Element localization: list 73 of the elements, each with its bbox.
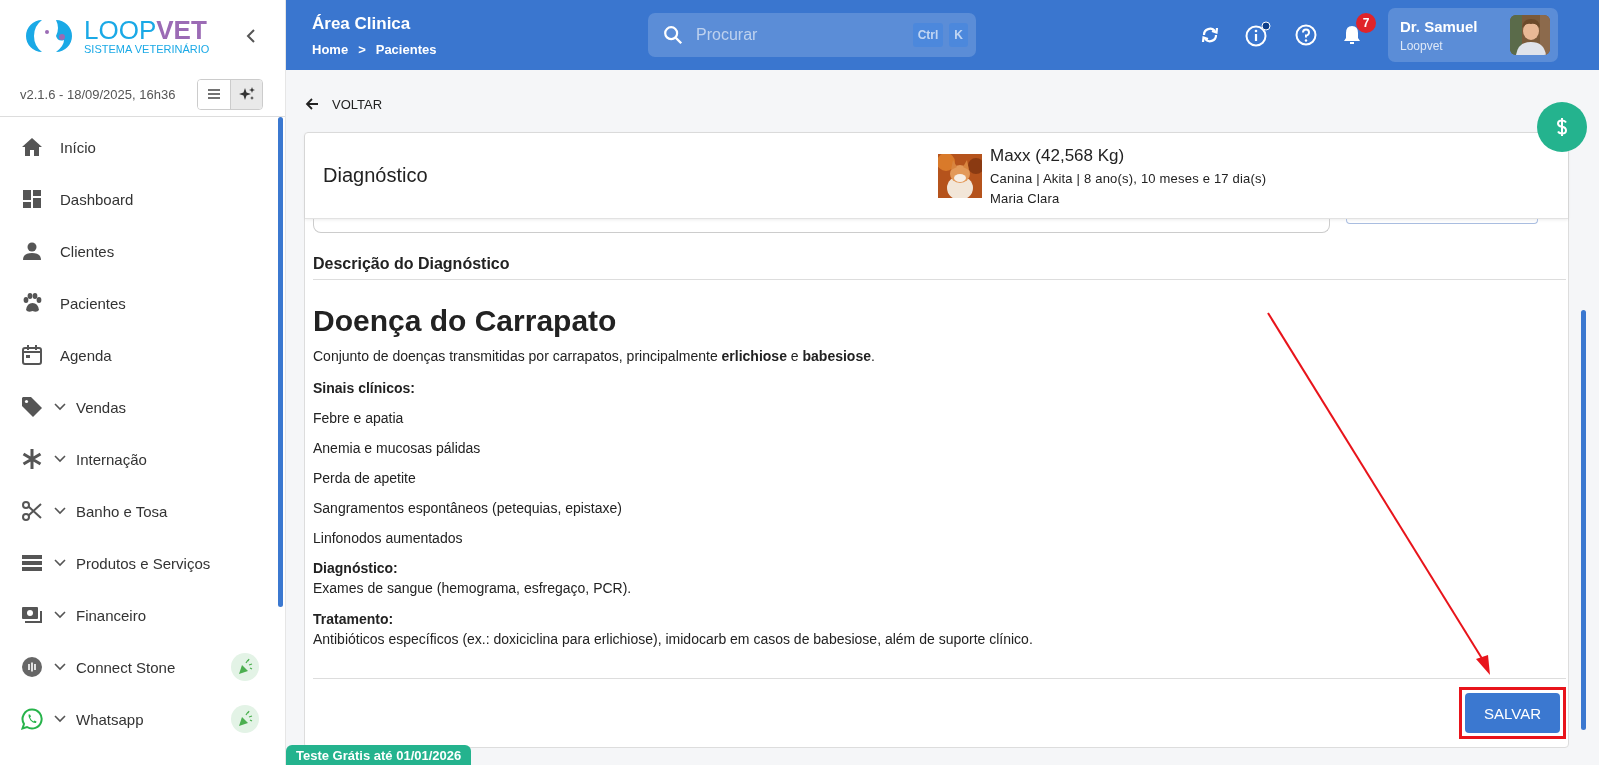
description-line: Sangramentos espontâneos (petequias, epistaxe) bbox=[313, 500, 622, 516]
breadcrumb-separator: > bbox=[358, 41, 366, 57]
info-icon[interactable] bbox=[1244, 21, 1272, 49]
sidebar-item[interactable]: Dashboard bbox=[0, 173, 277, 225]
section-title: Descrição do Diagnóstico bbox=[313, 255, 1566, 280]
description-line: Febre e apatia bbox=[313, 410, 404, 426]
description-label: Sinais clínicos: bbox=[313, 380, 415, 396]
description-line: Anemia e mucosas pálidas bbox=[313, 440, 481, 456]
back-link[interactable]: VOLTAR bbox=[304, 96, 383, 112]
sidebar-item[interactable]: Whatsapp bbox=[0, 693, 277, 745]
chevron-down-icon bbox=[54, 455, 66, 463]
arrow-left-icon bbox=[304, 96, 320, 112]
home-icon bbox=[20, 135, 44, 159]
description-label: Diagnóstico: bbox=[313, 560, 398, 576]
party-popper-icon bbox=[231, 705, 259, 733]
sidebar-item[interactable]: Financeiro bbox=[0, 589, 277, 641]
breadcrumb-link[interactable]: Home bbox=[312, 41, 349, 57]
patient-name: Maxx (42,568 Kg) bbox=[990, 145, 1126, 166]
help-icon[interactable] bbox=[1294, 23, 1318, 47]
description-text: Antibióticos específicos (ex.: doxiciclina para erlichiose), imidocarb em casos de babesiose, além de suporte clínico. bbox=[313, 631, 1033, 647]
sidebar-item[interactable]: Connect Stone bbox=[0, 641, 277, 693]
version-text: v2.1.6 - 18/09/2025, 16h36 bbox=[20, 86, 176, 102]
organization-name: Loopvet bbox=[1400, 38, 1444, 53]
search-field[interactable]: Procurar bbox=[690, 25, 907, 45]
shortcut-key: Ctrl bbox=[912, 23, 944, 47]
scrollbar-thumb[interactable] bbox=[278, 117, 283, 607]
cal-icon bbox=[20, 343, 44, 367]
sparkle-icon bbox=[238, 86, 255, 102]
save-button[interactable]: SALVAR bbox=[1465, 693, 1560, 733]
page-title: Área Clinica bbox=[312, 13, 412, 34]
sidebar-item[interactable]: Agenda bbox=[0, 329, 277, 381]
user-name: Dr. Samuel bbox=[1400, 17, 1478, 35]
description-heading: Doença do Carrapato bbox=[313, 304, 617, 338]
shortcut-key: K bbox=[949, 23, 968, 47]
sidebar-item[interactable]: Início bbox=[0, 121, 277, 173]
description-line: Perda de apetite bbox=[313, 470, 416, 486]
chevron-down-icon bbox=[54, 403, 66, 411]
chevron-down-icon bbox=[54, 663, 66, 671]
sidebar-item[interactable]: Internação bbox=[0, 433, 277, 485]
sidebar-item[interactable]: Produtos e Serviços bbox=[0, 537, 277, 589]
scrollbar-thumb[interactable] bbox=[1581, 310, 1586, 730]
breadcrumb-link[interactable]: Pacientes bbox=[375, 41, 437, 57]
scissors-icon bbox=[20, 499, 44, 523]
brand-name: LOOPVET bbox=[84, 17, 207, 43]
description-text: Exames de sangue (hemograma, esfregaço, PCR). bbox=[313, 580, 632, 596]
input-field[interactable] bbox=[1346, 219, 1538, 224]
chevron-left-icon[interactable] bbox=[245, 28, 258, 44]
trial-badge: Teste Grátis até 01/01/2026 bbox=[286, 745, 472, 765]
tag-icon bbox=[20, 395, 44, 419]
notification-badge: 7 bbox=[1356, 13, 1376, 33]
star-icon bbox=[20, 447, 44, 471]
description-label: Tratamento: bbox=[313, 611, 394, 627]
owner-name: Maria Clara bbox=[990, 190, 1061, 206]
input-field[interactable] bbox=[313, 219, 1330, 233]
sidebar-item[interactable]: Vendas bbox=[0, 381, 277, 433]
sidebar-item[interactable]: Pacientes bbox=[0, 277, 277, 329]
brand-tagline: SISTEMA VETERINÁRIO bbox=[84, 43, 210, 55]
sidebar-item[interactable]: Banho e Tosa bbox=[0, 485, 277, 537]
search-icon bbox=[662, 24, 684, 46]
dash-icon bbox=[20, 187, 44, 211]
description-line: Linfonodos aumentados bbox=[313, 530, 463, 546]
chevron-down-icon bbox=[54, 559, 66, 567]
patient-details: Canina | Akita | 8 ano(s), 10 meses e 17 dia(s) bbox=[990, 170, 1267, 186]
chevron-down-icon bbox=[54, 715, 66, 723]
chevron-down-icon bbox=[54, 507, 66, 515]
dollar-button[interactable] bbox=[1537, 102, 1587, 152]
menu-icon bbox=[206, 86, 222, 102]
sidebar-item[interactable]: Clientes bbox=[0, 225, 277, 277]
sparkle-view-button[interactable] bbox=[230, 79, 262, 109]
chevron-down-icon bbox=[54, 611, 66, 619]
card-title: Diagnóstico bbox=[323, 164, 429, 187]
party-popper-icon bbox=[231, 653, 259, 681]
description-paragraph: Conjunto de doenças transmitidas por carrapatos, principalmente erlichiose e babesiose. bbox=[313, 348, 875, 364]
